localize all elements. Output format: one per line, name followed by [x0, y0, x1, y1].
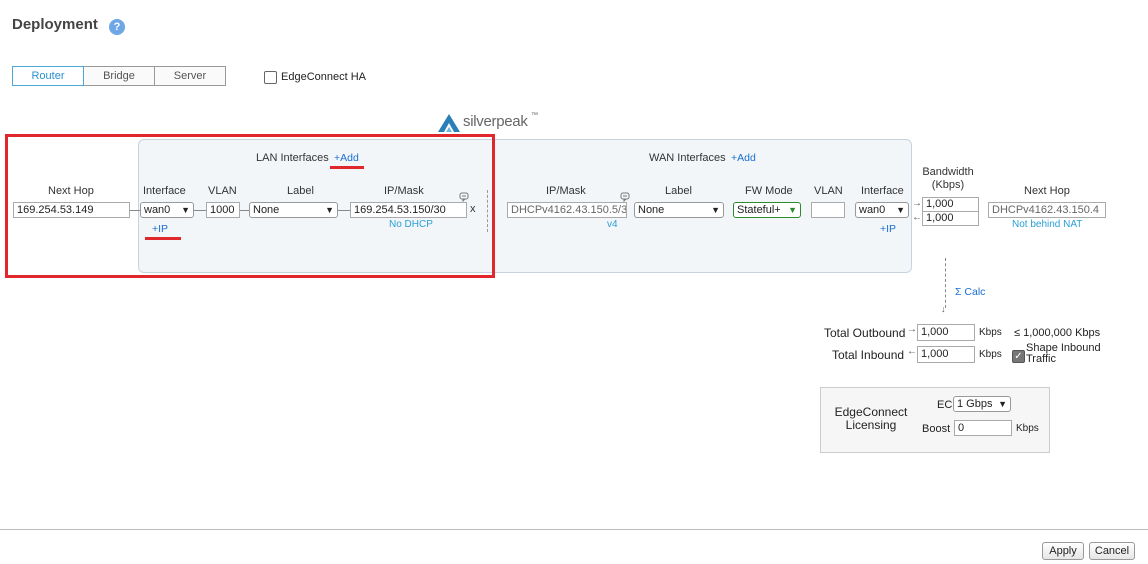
- total-outbound-label: Total Outbound: [824, 326, 906, 340]
- lan-label-select[interactable]: None ▼: [249, 202, 338, 218]
- arrow-left-icon: ←: [912, 212, 922, 223]
- lan-label-header: Label: [287, 185, 314, 197]
- tab-router[interactable]: Router: [12, 66, 84, 86]
- total-inbound-label: Total Inbound: [832, 348, 905, 362]
- deployment-mode-tabs: Router Bridge Server: [12, 66, 226, 86]
- wan-interface-select[interactable]: wan0 ▼: [855, 202, 909, 218]
- arrow-left-icon: ←: [907, 346, 917, 357]
- lan-add-ip-link[interactable]: +IP: [152, 223, 168, 235]
- lan-interface-select[interactable]: wan0 ▼: [140, 202, 194, 218]
- wan-bandwidth-in-input[interactable]: 1,000: [922, 211, 979, 226]
- arrow-right-icon: →: [912, 198, 922, 209]
- lan-next-hop-header: Next Hop: [48, 185, 94, 197]
- wan-next-hop-input[interactable]: DHCPv4162.43.150.4: [988, 202, 1106, 218]
- chevron-down-icon: ▼: [711, 205, 720, 215]
- connector-line: [240, 210, 249, 211]
- wan-bandwidth-out-input[interactable]: 1,000: [922, 197, 979, 212]
- lan-vlan-header: VLAN: [208, 185, 237, 197]
- licensing-title: EdgeConnect Licensing: [834, 405, 908, 432]
- lan-dhcp-link[interactable]: No DHCP: [389, 219, 433, 230]
- chevron-down-icon: ▼: [998, 399, 1007, 409]
- chevron-down-icon: ▼: [788, 205, 797, 215]
- wan-next-hop-header: Next Hop: [1024, 185, 1070, 197]
- wan-fw-mode-value: Stateful+: [737, 204, 781, 216]
- wan-bandwidth-header: Bandwidth (Kbps): [922, 166, 974, 191]
- lan-ipmask-input[interactable]: 169.254.53.150/30: [350, 202, 467, 218]
- lan-interfaces-title: LAN Interfaces: [256, 152, 329, 164]
- total-outbound-limit: ≤ 1,000,000 Kbps: [1014, 327, 1101, 339]
- wan-interface-header: Interface: [861, 185, 904, 197]
- lan-ipmask-header: IP/Mask: [384, 185, 424, 197]
- wan-ipmask-input[interactable]: DHCPv4162.43.150.5/3: [507, 202, 627, 218]
- silverpeak-logo: silverpeak ™: [436, 110, 546, 134]
- calc-connector: [945, 258, 946, 308]
- apply-button[interactable]: Apply: [1042, 542, 1084, 560]
- arrow-down-icon: ↓: [941, 304, 946, 314]
- highlight-underline: [330, 166, 364, 169]
- total-outbound-input[interactable]: 1,000: [917, 324, 975, 341]
- arrow-right-icon: →: [907, 324, 917, 335]
- section-divider: [487, 190, 488, 232]
- lan-next-hop-input[interactable]: 169.254.53.149: [13, 202, 130, 218]
- connector-line: [338, 210, 350, 211]
- lan-remove-icon[interactable]: x: [470, 203, 476, 215]
- wan-fw-mode-select[interactable]: Stateful+ ▼: [733, 202, 801, 218]
- licensing-ec-select[interactable]: 1 Gbps ▼: [953, 396, 1011, 412]
- licensing-ec-value: 1 Gbps: [957, 398, 993, 410]
- wan-interfaces-title: WAN Interfaces: [649, 152, 726, 164]
- wan-interface-value: wan0: [859, 204, 886, 216]
- comment-icon[interactable]: [620, 192, 630, 202]
- page-title: Deployment: [12, 16, 98, 33]
- licensing-ec-label: EC: [937, 399, 953, 411]
- wan-add-ip-link[interactable]: +IP: [880, 223, 896, 235]
- logo-text: silverpeak: [463, 113, 528, 130]
- shape-inbound-checkbox[interactable]: ✓: [1012, 350, 1025, 363]
- footer-divider: [0, 529, 1148, 530]
- wan-ip-version: v4: [607, 219, 618, 230]
- tab-bridge[interactable]: Bridge: [84, 67, 155, 85]
- wan-nat-link[interactable]: Not behind NAT: [1012, 219, 1082, 230]
- silverpeak-mark-icon: [438, 114, 460, 132]
- licensing-boost-unit: Kbps: [1016, 423, 1039, 434]
- tab-server[interactable]: Server: [155, 67, 225, 85]
- help-icon[interactable]: ?: [109, 19, 125, 35]
- highlight-underline: [145, 237, 181, 240]
- licensing-boost-label: Boost: [922, 423, 951, 435]
- connector-line: [194, 210, 206, 211]
- connector-line: [130, 210, 140, 211]
- wan-vlan-input[interactable]: [811, 202, 845, 218]
- lan-vlan-input[interactable]: 1000: [206, 202, 240, 218]
- comment-icon[interactable]: [459, 192, 469, 202]
- edgeconnect-ha-checkbox[interactable]: [264, 71, 277, 84]
- total-inbound-input[interactable]: 1,000: [917, 346, 975, 363]
- wan-fw-mode-header: FW Mode: [745, 185, 793, 197]
- lan-interface-value: wan0: [144, 204, 171, 216]
- calc-link[interactable]: Σ Calc: [955, 286, 985, 298]
- chevron-down-icon: ▼: [181, 205, 190, 215]
- edgeconnect-ha-label: EdgeConnect HA: [281, 71, 366, 83]
- lan-add-link[interactable]: +Add: [334, 152, 359, 164]
- lan-interface-header: Interface: [143, 185, 186, 197]
- wan-label-header: Label: [665, 185, 692, 197]
- chevron-down-icon: ▼: [896, 205, 905, 215]
- wan-ipmask-header: IP/Mask: [546, 185, 586, 197]
- total-outbound-unit: Kbps: [979, 327, 1002, 338]
- licensing-boost-input[interactable]: 0: [954, 420, 1012, 436]
- chevron-down-icon: ▼: [325, 205, 334, 215]
- wan-add-link[interactable]: +Add: [731, 152, 756, 164]
- total-inbound-unit: Kbps: [979, 349, 1002, 360]
- wan-label-select[interactable]: None ▼: [634, 202, 724, 218]
- wan-vlan-header: VLAN: [814, 185, 843, 197]
- logo-tm: ™: [531, 112, 538, 119]
- cancel-button[interactable]: Cancel: [1089, 542, 1135, 560]
- lan-label-value: None: [253, 204, 280, 216]
- wan-label-value: None: [638, 204, 665, 216]
- shape-inbound-label: Shape Inbound Traffic: [1026, 342, 1101, 365]
